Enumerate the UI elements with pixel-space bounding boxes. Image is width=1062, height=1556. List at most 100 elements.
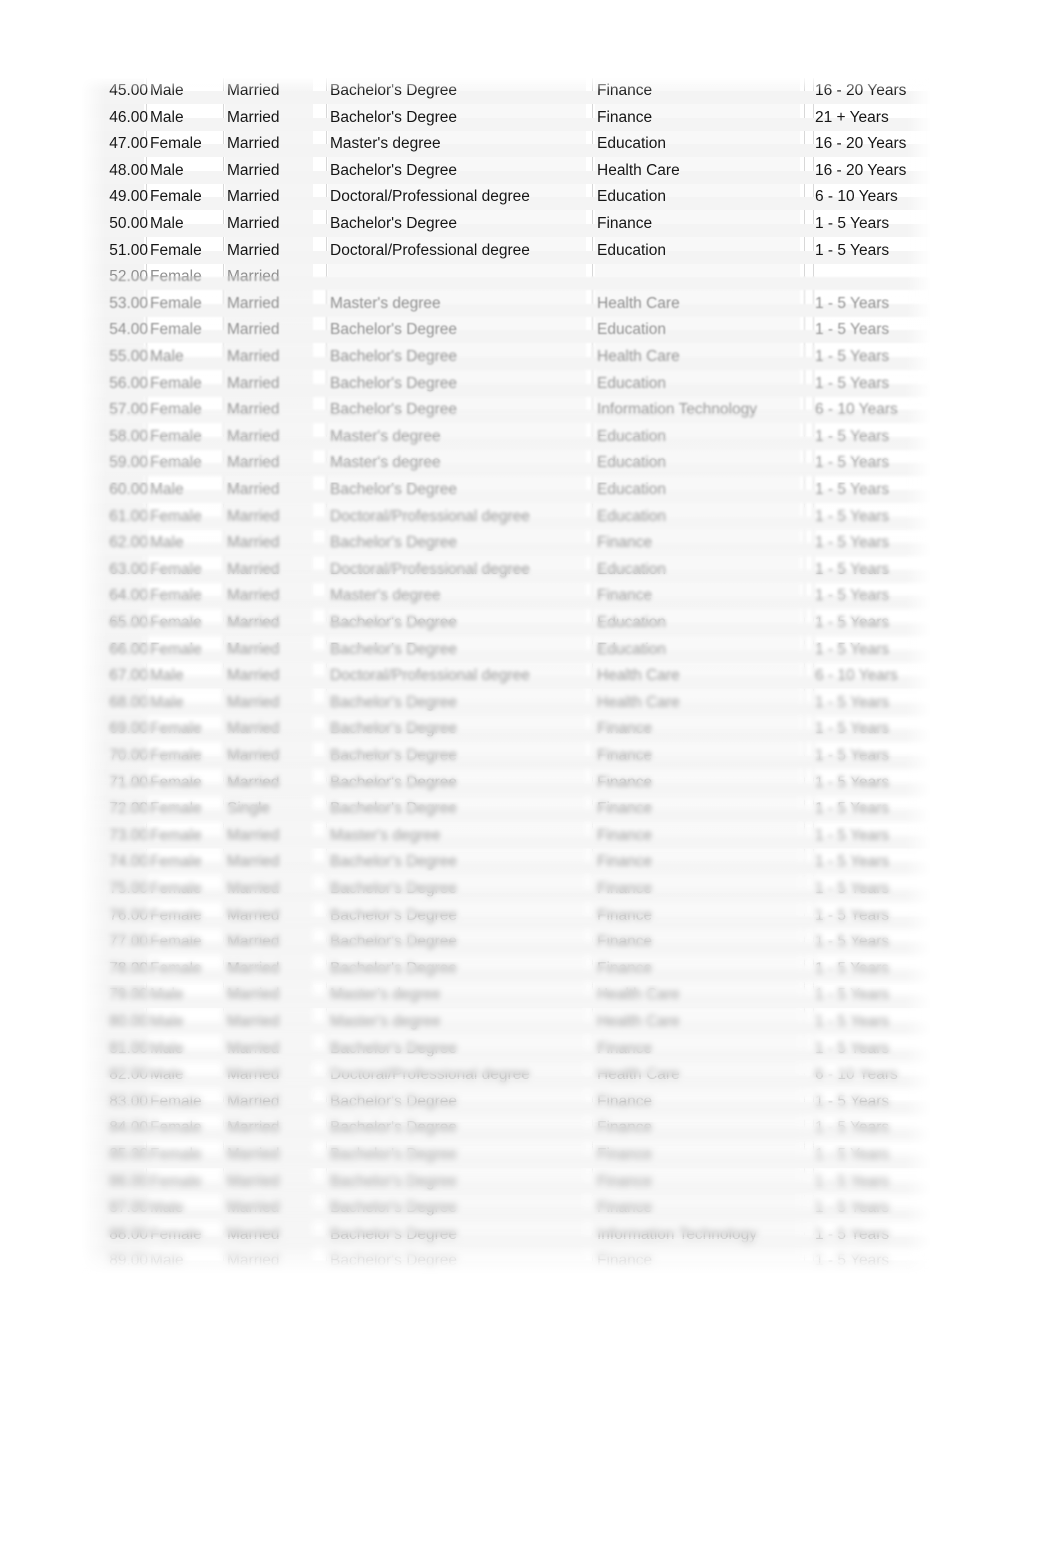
cell-industry: Finance	[597, 1039, 653, 1057]
cell-industry: Education	[597, 241, 666, 259]
table-row[interactable]: 71.00 Female Married Bachelor's Degree Finan…	[82, 770, 930, 797]
cell-education-level: Master's degree	[330, 587, 441, 605]
cell-marital-status: Married	[227, 427, 280, 445]
table-row[interactable]: 72.00 Female Single Bachelor's Degree Financ…	[82, 796, 930, 823]
cell-marital-status: Married	[227, 560, 280, 578]
table-row[interactable]: 66.00 Female Married Bachelor's Degree Educa…	[82, 637, 930, 664]
cell-years-experience: 1 - 5 Years	[815, 534, 890, 552]
cell-years-experience: 16 - 20 Years	[815, 161, 907, 179]
table-row[interactable]: 87.00 Male Married Bachelor's Degree Finance…	[82, 1195, 930, 1222]
table-row[interactable]: 58.00 Female Married Master's degree Educati…	[82, 424, 930, 451]
cell-years-experience: 1 - 5 Years	[815, 587, 890, 605]
cell-record-number: 65.00	[109, 614, 148, 631]
cell-industry: Education	[597, 454, 666, 472]
table-row[interactable]: 62.00 Male Married Bachelor's Degree Finance…	[82, 530, 930, 557]
cell-marital-status: Married	[227, 1172, 280, 1190]
cell-education-level: Bachelor's Degree	[330, 880, 458, 897]
cell-industry: Finance	[597, 215, 653, 232]
table-row[interactable]: 75.00 Female Married Bachelor's Degree Finan…	[82, 876, 930, 903]
cell-education-level: Bachelor's Degree	[330, 534, 458, 552]
table-row[interactable]: 83.00 Female Married Bachelor's Degree Finan…	[82, 1089, 930, 1116]
cell-marital-status: Married	[227, 667, 280, 685]
cell-industry: Education	[597, 560, 666, 578]
table-row[interactable]: 85.00 Female Married Bachelor's Degree Finan…	[82, 1142, 930, 1169]
cell-years-experience: 1 - 5 Years	[815, 800, 890, 818]
table-row[interactable]: 78.00 Female Married Bachelor's Degree Finan…	[82, 956, 930, 983]
cell-industry: Finance	[597, 1172, 653, 1190]
table-row[interactable]: 52.00 Female Married	[82, 264, 930, 291]
cell-years-experience: 1 - 5 Years	[815, 959, 890, 977]
cell-marital-status: Married	[227, 188, 280, 206]
cell-gender: Female	[150, 1119, 202, 1137]
table-row[interactable]: 64.00 Female Married Master's degree Finance…	[82, 583, 930, 610]
cell-education-level: Bachelor's Degree	[330, 853, 458, 871]
cell-marital-status: Married	[227, 321, 280, 339]
table-row[interactable]: 57.00 Female Married Bachelor's Degree Infor…	[82, 397, 930, 424]
table-row[interactable]: 74.00 Female Married Bachelor's Degree Finan…	[82, 849, 930, 876]
cell-gender: Male	[150, 108, 184, 126]
table-row[interactable]: 61.00 Female Married Doctoral/Professional …	[82, 504, 930, 531]
cell-gender: Female	[150, 853, 202, 871]
table-row[interactable]: 46.00 Male Married Bachelor's Degree Finance…	[82, 105, 930, 132]
table-row[interactable]: 81.00 Male Married Bachelor's Degree Finance…	[82, 1036, 930, 1063]
table-row[interactable]: 49.00 Female Married Doctoral/Professional …	[82, 184, 930, 211]
cell-gender: Female	[150, 773, 202, 791]
table-row[interactable]: 69.00 Female Married Bachelor's Degree Finan…	[82, 716, 930, 743]
cell-industry: Health Care	[597, 294, 680, 312]
cell-record-number: 61.00	[109, 507, 148, 525]
table-row[interactable]: 73.00 Female Married Master's degree Finance…	[82, 823, 930, 850]
table-row[interactable]: 67.00 Male Married Doctoral/Professional de…	[82, 663, 930, 690]
cell-marital-status: Married	[227, 826, 280, 844]
cell-record-number: 59.00	[109, 454, 148, 472]
cell-record-number: 82.00	[109, 1066, 148, 1084]
table-row[interactable]: 45.00 Male Married Bachelor's Degree Finance…	[82, 78, 930, 105]
cell-years-experience: 1 - 5 Years	[815, 348, 890, 365]
table-row[interactable]: 51.00 Female Married Doctoral/Professional …	[82, 238, 930, 265]
table-row[interactable]: 47.00 Female Married Master's degree Educati…	[82, 131, 930, 158]
cell-education-level: Bachelor's Degree	[330, 773, 458, 791]
cell-marital-status: Married	[227, 1199, 280, 1217]
table-row[interactable]: 82.00 Male Married Doctoral/Professional de…	[82, 1062, 930, 1089]
table-row[interactable]: 77.00 Female Married Bachelor's Degree Finan…	[82, 929, 930, 956]
table-row[interactable]: 88.00 Female Married Bachelor's Degree Infor…	[82, 1222, 930, 1249]
table-row[interactable]: 56.00 Female Married Bachelor's Degree Educa…	[82, 371, 930, 398]
cell-record-number: 68.00	[109, 693, 148, 711]
table-row[interactable]: 86.00 Female Married Bachelor's Degree Finan…	[82, 1169, 930, 1196]
cell-years-experience: 1 - 5 Years	[815, 374, 890, 392]
table-row[interactable]: 70.00 Female Married Bachelor's Degree Finan…	[82, 743, 930, 770]
cell-record-number: 62.00	[109, 534, 148, 552]
cell-gender: Female	[150, 454, 202, 472]
cell-industry: Health Care	[597, 986, 680, 1004]
table-row[interactable]: 80.00 Male Married Master's degree Health Ca…	[82, 1009, 930, 1036]
cell-gender: Male	[150, 161, 184, 179]
table-row[interactable]: 65.00 Female Married Bachelor's Degree Educa…	[82, 610, 930, 637]
cell-gender: Male	[150, 82, 184, 99]
table-row[interactable]: 53.00 Female Married Master's degree Health …	[82, 291, 930, 318]
table-row[interactable]: 50.00 Male Married Bachelor's Degree Finance…	[82, 211, 930, 238]
table-row[interactable]: 60.00 Male Married Bachelor's Degree Educati…	[82, 477, 930, 504]
cell-record-number: 83.00	[109, 1092, 148, 1110]
table-row[interactable]: 63.00 Female Married Doctoral/Professional …	[82, 557, 930, 584]
cell-record-number: 78.00	[109, 959, 148, 977]
table-row[interactable]: 76.00 Female Married Bachelor's Degree Finan…	[82, 903, 930, 930]
table-row[interactable]: 68.00 Male Married Bachelor's Degree Health …	[82, 690, 930, 717]
cell-years-experience: 1 - 5 Years	[815, 1146, 890, 1163]
table-row[interactable]: 48.00 Male Married Bachelor's Degree Health …	[82, 158, 930, 185]
cell-record-number: 50.00	[109, 215, 148, 232]
cell-education-level: Bachelor's Degree	[330, 1199, 458, 1217]
table-row[interactable]: 79.00 Male Married Master's degree Health Ca…	[82, 982, 930, 1009]
table-row[interactable]: 55.00 Male Married Bachelor's Degree Health …	[82, 344, 930, 371]
cell-education-level: Doctoral/Professional degree	[330, 241, 530, 259]
cell-record-number: 57.00	[109, 401, 148, 419]
cell-industry: Finance	[597, 747, 653, 764]
cell-industry: Education	[597, 321, 666, 339]
table-row[interactable]: 59.00 Female Married Master's degree Educati…	[82, 450, 930, 477]
table-row[interactable]: 84.00 Female Married Bachelor's Degree Finan…	[82, 1115, 930, 1142]
cell-education-level: Bachelor's Degree	[330, 1146, 458, 1163]
cell-marital-status: Married	[227, 294, 280, 312]
cell-years-experience: 6 - 10 Years	[815, 667, 898, 685]
table-row[interactable]: 54.00 Female Married Bachelor's Degree Educa…	[82, 317, 930, 344]
cell-marital-status: Married	[227, 161, 280, 179]
cell-industry: Finance	[597, 720, 653, 738]
table-row[interactable]: 89.00 Male Married Bachelor's Degree Finance…	[82, 1248, 930, 1274]
